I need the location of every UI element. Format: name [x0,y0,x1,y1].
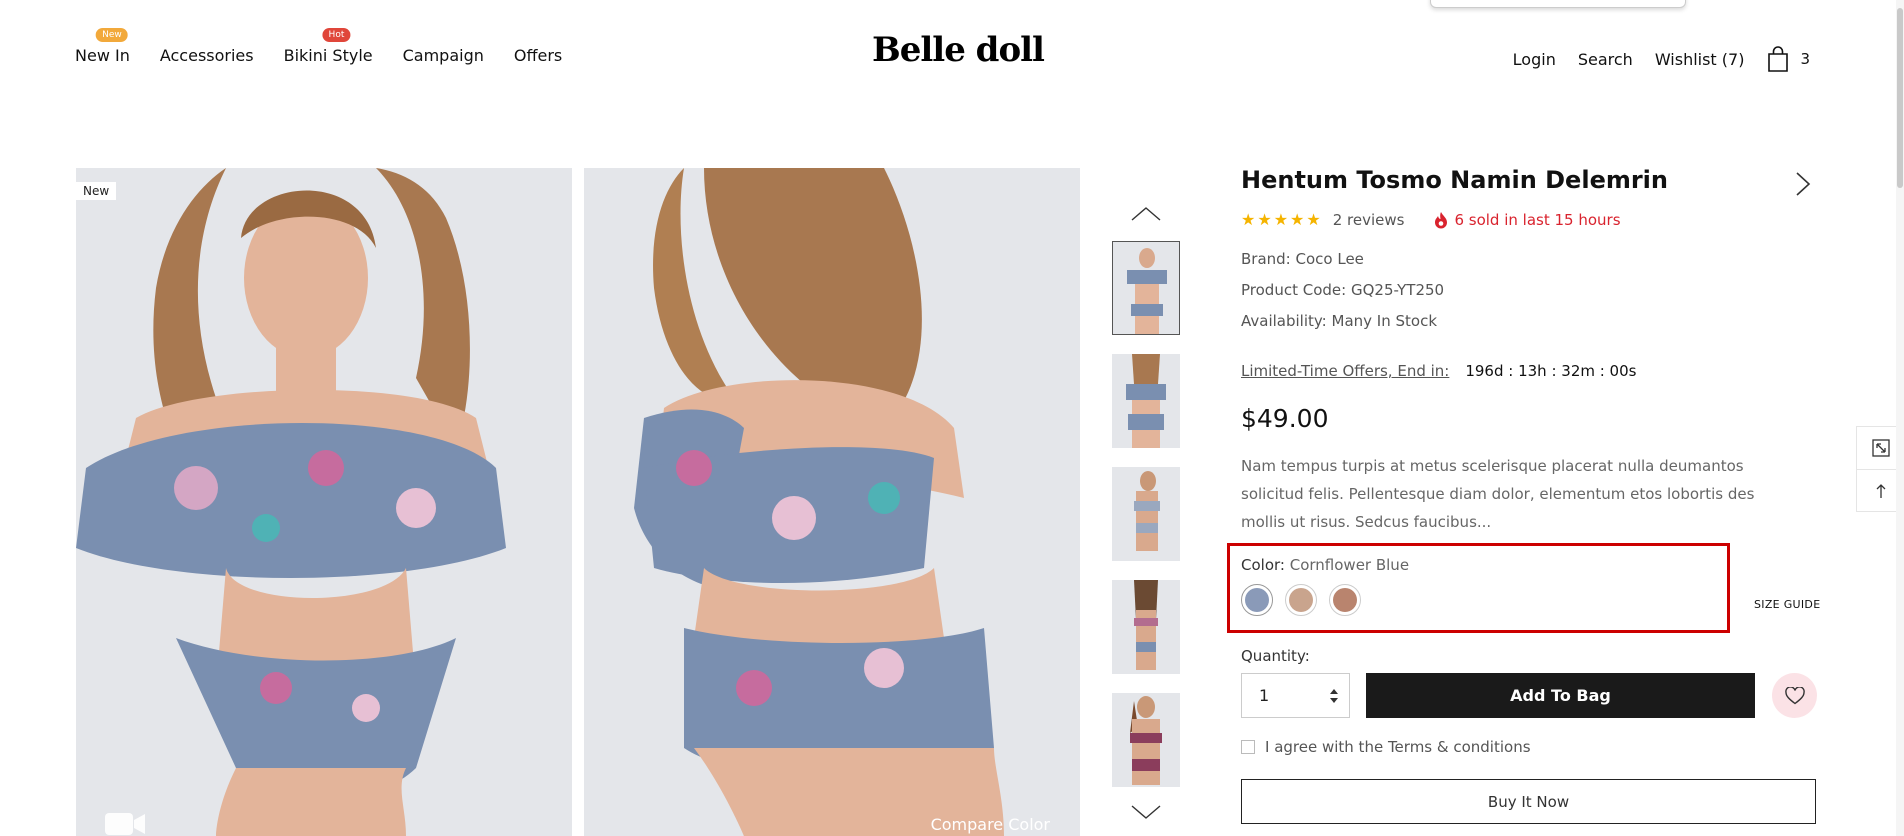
hot-badge: Hot [322,28,351,42]
offer-label[interactable]: Limited-Time Offers, End in: [1241,362,1449,380]
nav-item-accessories[interactable]: Accessories [160,46,254,65]
product-code-row: Product Code: GQ25-YT250 [1241,281,1444,299]
product-description: Nam tempus turpis at metus scelerisque p… [1241,457,1755,531]
availability-row: Availability: Many In Stock [1241,312,1437,330]
thumbnail-image [1112,693,1180,787]
new-tag: New [76,182,117,200]
star-rating: ★★★★★ [1241,210,1323,229]
quantity-input[interactable] [1243,675,1323,716]
thumbnail-image [1112,354,1180,448]
next-product-arrow-icon[interactable] [1793,170,1813,198]
compare-color-link[interactable]: Compare Color [931,815,1050,834]
thumbnail-1[interactable] [1112,241,1180,335]
sold-text: 6 sold in last 15 hours [1454,210,1621,229]
color-label-row: Color: Cornflower Blue [1241,556,1409,574]
color-value: Cornflower Blue [1289,556,1410,574]
color-swatches [1241,584,1361,616]
product-image-back[interactable]: Compare Color [584,168,1080,836]
size-guide-link[interactable]: SIZE GUIDE [1754,598,1820,611]
thumbnail-5[interactable] [1112,693,1180,787]
site-logo[interactable]: Belle doll [872,30,1045,70]
thumbnail-image [1112,580,1180,674]
thumbnail-2[interactable] [1112,354,1180,448]
fire-icon [1435,211,1448,228]
buy-it-now-button[interactable]: Buy It Now [1241,779,1816,824]
nav-item-campaign[interactable]: Campaign [403,46,484,65]
product-title: Hentum Tosmo Namin Delemrin [1241,166,1668,194]
scrollbar-thumb[interactable] [1897,8,1903,188]
page-scrollbar[interactable] [1896,0,1904,836]
swatch-image [1289,588,1313,612]
nav-item-new-in[interactable]: New New In [75,28,130,65]
product-code-label: Product Code: [1241,281,1347,299]
model-front-illustration [76,168,572,836]
product-info: Hentum Tosmo Namin Delemrin ★★★★★ 2 revi… [1227,0,1820,836]
quantity-label: Quantity: [1241,647,1310,665]
quantity-stepper [1241,673,1350,718]
nav-item-label: Bikini Style [283,46,373,65]
availability-label: Availability: [1241,312,1327,330]
nav-item-label: Accessories [159,46,254,65]
countdown-timer: 196d : 13h : 32m : 00s [1465,362,1637,380]
terms-text: I agree with the Terms & conditions [1265,738,1531,756]
video-camera-icon[interactable] [104,810,146,836]
thumbnail-image [1112,467,1180,561]
product-code-value: GQ25-YT250 [1350,281,1445,299]
nav-item-label: Campaign [402,46,484,65]
brand-value: Coco Lee [1295,250,1364,268]
availability-value: Many In Stock [1331,312,1438,330]
product-image-front[interactable]: New [76,168,572,836]
thumbnail-4[interactable] [1112,580,1180,674]
thumbnail-3[interactable] [1112,467,1180,561]
add-to-wishlist-button[interactable] [1772,673,1817,718]
arrow-up-icon [1876,483,1886,498]
offer-countdown-row: Limited-Time Offers, End in: 196d : 13h … [1241,362,1636,380]
model-back-illustration [584,168,1080,836]
swatch-rose[interactable] [1329,584,1361,616]
brand-row: Brand: Coco Lee [1241,250,1364,268]
nav-item-label: Offers [513,46,563,65]
nav-item-label: New In [75,46,130,65]
stepper-arrows-icon[interactable] [1329,687,1339,705]
new-badge: New [96,28,128,42]
rating-row: ★★★★★ 2 reviews 6 sold in last 15 hours [1241,210,1621,229]
terms-agreement[interactable]: I agree with the Terms & conditions [1241,738,1531,756]
color-label: Color: [1241,556,1285,574]
product-price: $49.00 [1241,404,1329,433]
heart-icon [1784,686,1805,704]
thumb-down-arrow-icon[interactable] [1130,802,1162,822]
swatch-cornflower-blue[interactable] [1241,584,1273,616]
add-to-bag-button[interactable]: Add To Bag [1366,673,1755,718]
main-nav: New New In Accessories Hot Bikini Style … [75,28,562,65]
nav-item-bikini-style[interactable]: Hot Bikini Style [283,28,373,65]
nav-item-offers[interactable]: Offers [514,46,562,65]
brand-label: Brand: [1241,250,1291,268]
reviews-link[interactable]: 2 reviews [1333,211,1405,229]
swatch-nude[interactable] [1285,584,1317,616]
swatch-image [1333,588,1357,612]
sold-indicator: 6 sold in last 15 hours [1434,210,1621,229]
thumb-up-arrow-icon[interactable] [1130,204,1162,224]
swatch-image [1245,588,1269,612]
expand-compare-icon [1872,439,1890,457]
terms-checkbox[interactable] [1241,740,1255,754]
thumbnail-image [1113,242,1179,334]
